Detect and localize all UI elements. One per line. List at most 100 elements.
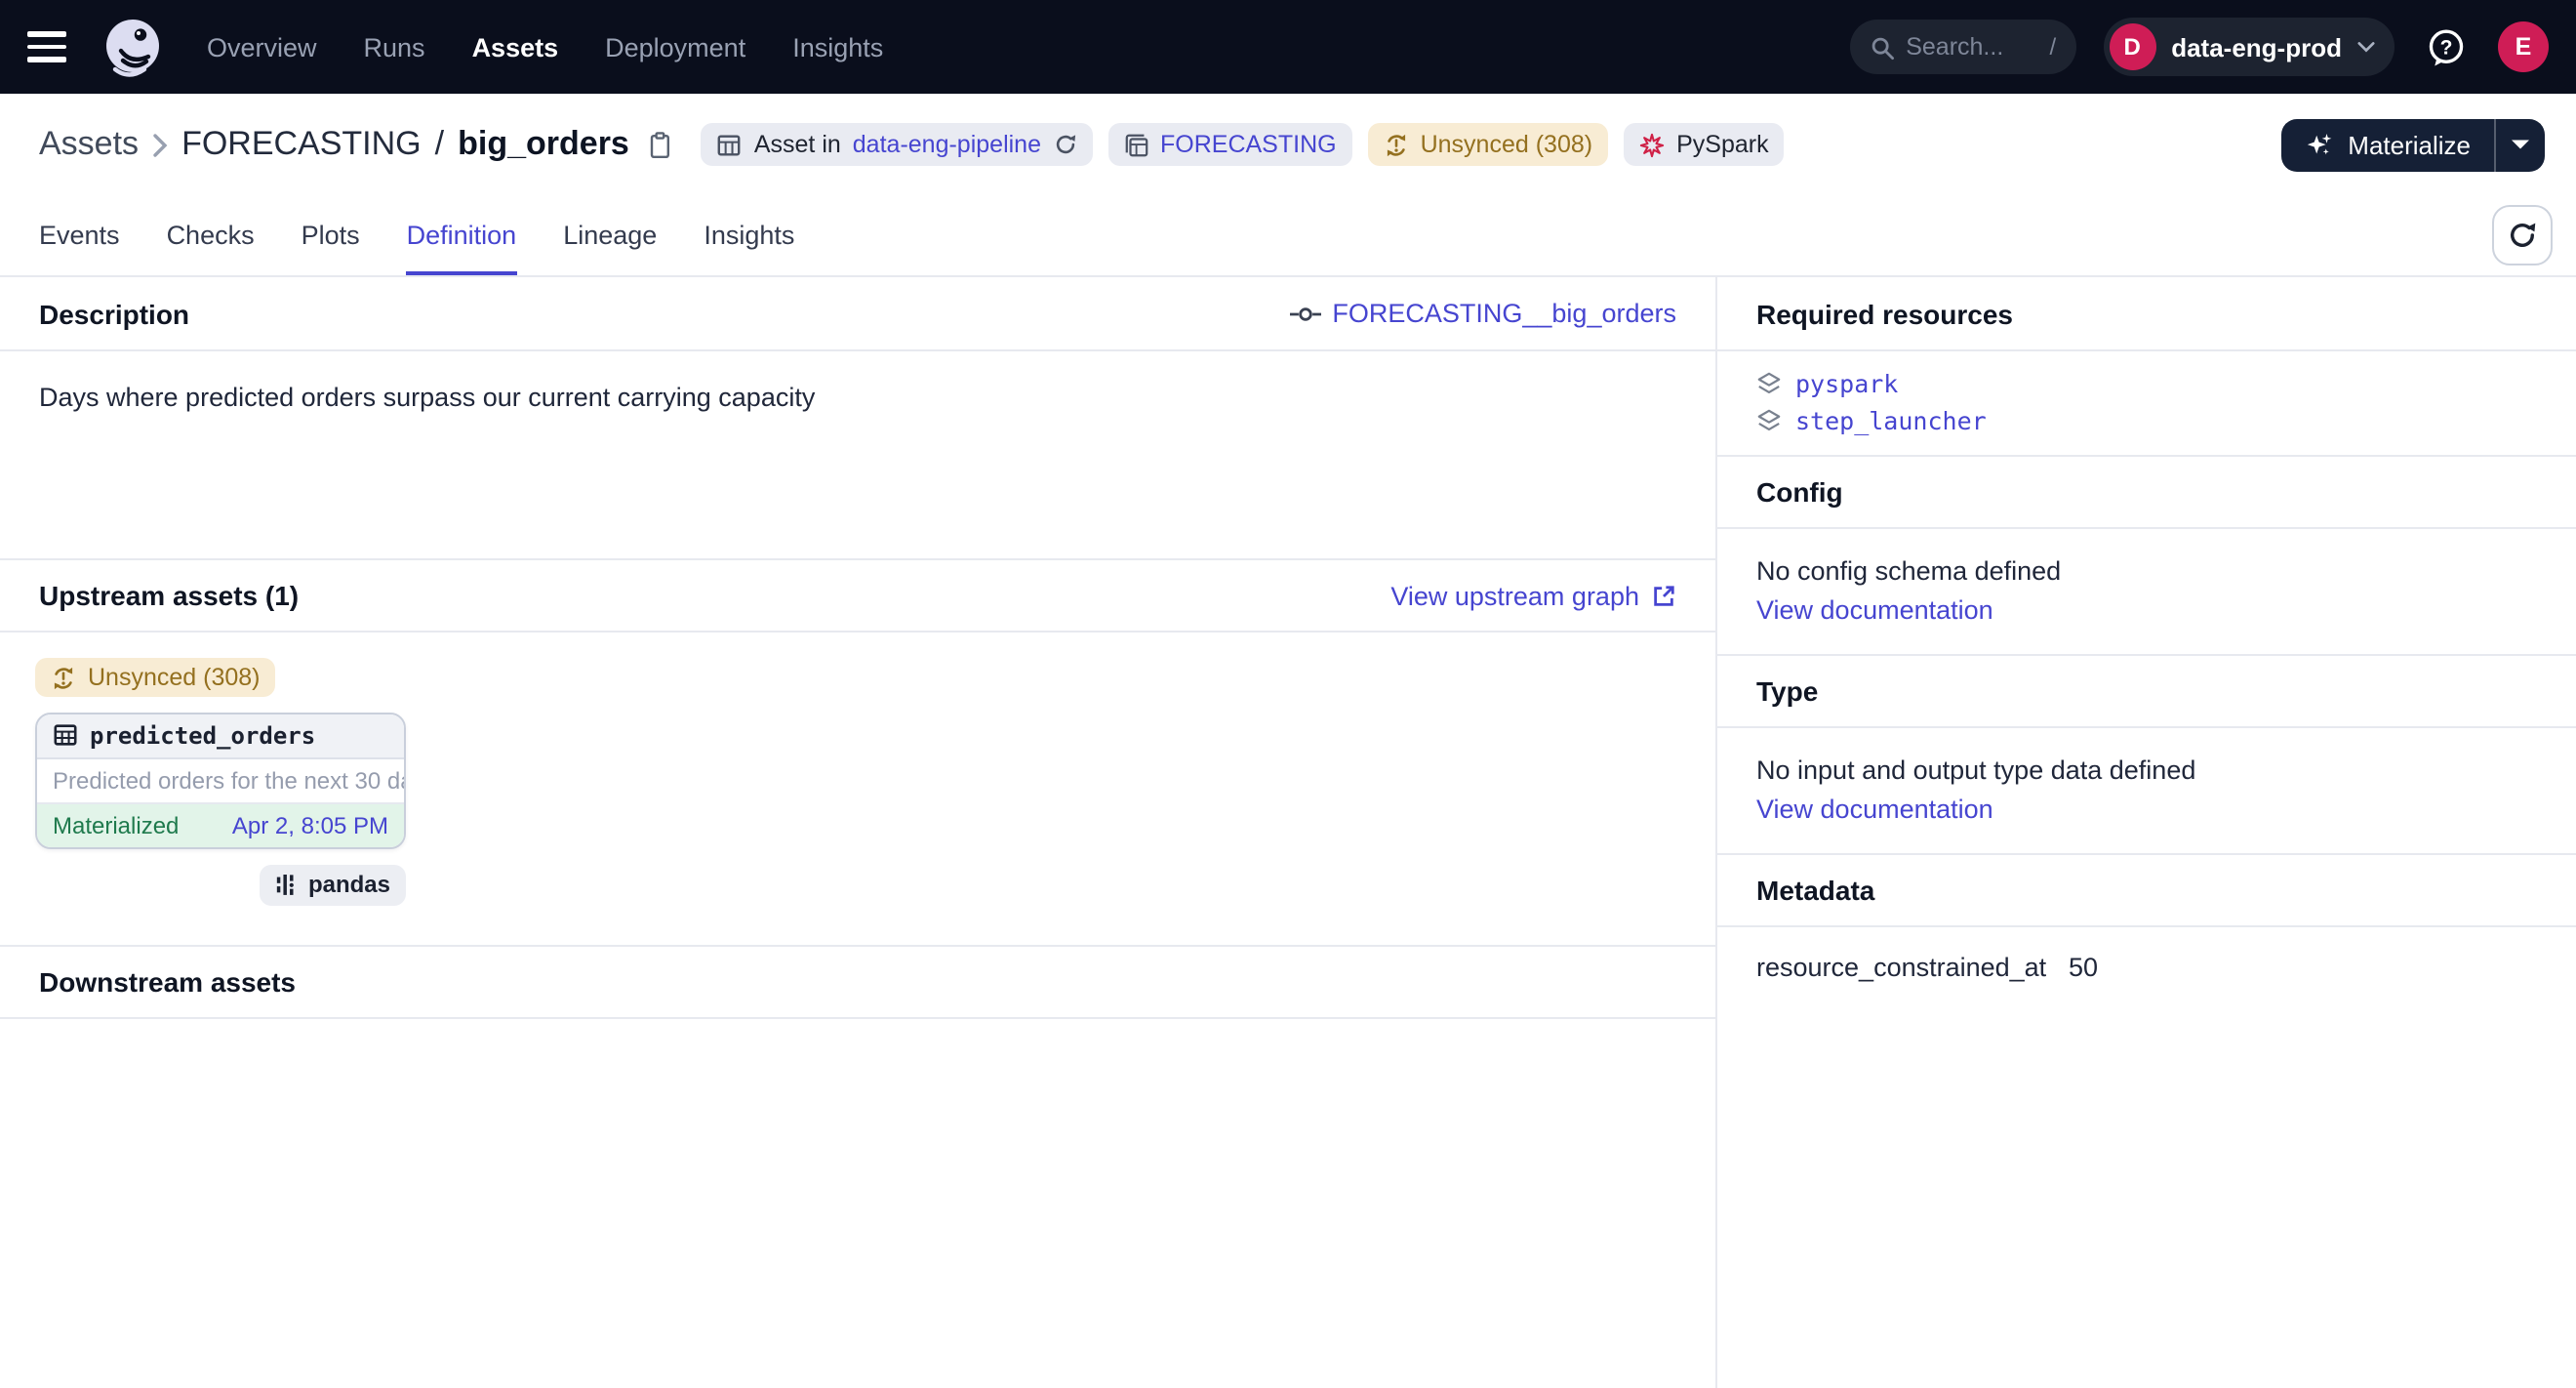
type-body: No input and output type data defined Vi…	[1717, 728, 2576, 853]
search-shortcut-hint: /	[2050, 33, 2057, 61]
workspace-name: data-eng-prod	[2171, 32, 2342, 61]
unsynced-tag[interactable]: Unsynced (308)	[1368, 123, 1609, 166]
asset-card-header: predicted_orders	[37, 714, 404, 758]
downstream-empty-area	[0, 1019, 1715, 1388]
op-icon	[1289, 304, 1320, 323]
type-docs-link[interactable]: View documentation	[1756, 793, 1993, 826]
kind-tag-pyspark[interactable]: PySpark	[1624, 123, 1785, 166]
group-tag-label: FORECASTING	[1160, 131, 1337, 158]
table-icon	[717, 132, 743, 157]
materialize-split-button: Materialize	[2281, 118, 2545, 171]
workspace-badge: D	[2109, 23, 2155, 70]
nav-insights[interactable]: Insights	[792, 32, 883, 61]
description-section-header: Description FORECASTING__big_orders	[0, 277, 1715, 351]
sync-alert-icon	[51, 665, 76, 690]
upstream-section-header: Upstream assets (1) View upstream graph	[0, 558, 1715, 633]
user-avatar[interactable]: E	[2498, 21, 2549, 72]
nav-deployment[interactable]: Deployment	[605, 32, 745, 61]
description-heading: Description	[39, 298, 189, 329]
view-upstream-graph-link[interactable]: View upstream graph	[1390, 581, 1676, 610]
upstream-unsynced-label: Unsynced (308)	[88, 664, 261, 691]
group-tag[interactable]: FORECASTING	[1107, 123, 1352, 166]
asset-in-label: Asset in	[754, 131, 841, 158]
layers-icon	[1756, 371, 1782, 396]
breadcrumb-assets-link[interactable]: Assets	[39, 125, 139, 164]
breadcrumb: Assets FORECASTING / big_orders	[39, 125, 674, 164]
sparkle-icon	[2305, 130, 2334, 159]
metadata-row: resource_constrained_at 50	[1717, 927, 2576, 1007]
resource-link-step-launcher[interactable]: step_launcher	[1795, 406, 1987, 435]
workspace-switcher[interactable]: D data-eng-prod	[2103, 18, 2395, 76]
op-link-label: FORECASTING__big_orders	[1332, 299, 1676, 328]
refresh-button[interactable]	[2492, 205, 2553, 265]
content-area: Description FORECASTING__big_orders Days…	[0, 277, 2576, 1388]
primary-nav: Overview Runs Assets Deployment Insights	[207, 32, 883, 61]
nav-runs[interactable]: Runs	[364, 32, 425, 61]
description-text: Days where predicted orders surpass our …	[39, 383, 815, 412]
kind-tag-label: PySpark	[1676, 131, 1769, 158]
unsynced-tag-label: Unsynced (308)	[1421, 131, 1593, 158]
view-upstream-graph-label: View upstream graph	[1390, 581, 1639, 610]
tab-definition[interactable]: Definition	[407, 195, 517, 275]
layers-icon	[1756, 408, 1782, 433]
definition-sidebar: Required resources pyspark step_launcher	[1717, 277, 2576, 1388]
op-link[interactable]: FORECASTING__big_orders	[1289, 299, 1676, 328]
dagster-logo[interactable]	[101, 16, 207, 78]
resources-heading: Required resources	[1756, 298, 2013, 329]
tab-events[interactable]: Events	[39, 195, 120, 275]
caret-down-icon	[2512, 139, 2529, 150]
materialized-timestamp[interactable]: Apr 2, 8:05 PM	[232, 811, 388, 838]
kind-tag-pandas[interactable]: pandas	[260, 864, 406, 905]
metadata-key: resource_constrained_at	[1756, 953, 2069, 982]
dagster-app: Overview Runs Assets Deployment Insights…	[0, 0, 2576, 1388]
asset-card-title: predicted_orders	[90, 721, 315, 749]
hamburger-menu-icon[interactable]	[27, 21, 78, 72]
help-button[interactable]: ?	[2426, 26, 2467, 67]
global-search[interactable]: /	[1849, 20, 2075, 74]
resource-row: step_launcher	[1756, 406, 2537, 435]
upstream-unsynced-badge[interactable]: Unsynced (308)	[35, 658, 276, 697]
copy-asset-name-button[interactable]	[647, 130, 674, 159]
tab-insights[interactable]: Insights	[704, 195, 794, 275]
asset-header-row: Assets FORECASTING / big_orders Asset in…	[0, 94, 2576, 195]
upstream-asset-card[interactable]: predicted_orders Predicted orders for th…	[35, 712, 406, 848]
nav-assets[interactable]: Assets	[472, 32, 559, 61]
config-empty-text: No config schema defined	[1756, 554, 2537, 588]
search-icon	[1869, 34, 1894, 60]
type-empty-text: No input and output type data defined	[1756, 754, 2537, 787]
external-link-icon	[1651, 583, 1676, 608]
materialize-options-button[interactable]	[2494, 118, 2545, 171]
asset-card-footer: Materialized Apr 2, 8:05 PM	[37, 803, 404, 846]
chevron-right-icon	[152, 132, 168, 157]
resource-row: pyspark	[1756, 369, 2537, 398]
resource-link-pyspark[interactable]: pyspark	[1795, 369, 1898, 398]
downstream-section-header: Downstream assets	[0, 945, 1715, 1019]
materialize-button[interactable]: Materialize	[2281, 118, 2494, 171]
main-column: Description FORECASTING__big_orders Days…	[0, 277, 1717, 1388]
tab-plots[interactable]: Plots	[302, 195, 360, 275]
downstream-heading: Downstream assets	[39, 966, 296, 998]
asset-tags: Asset in data-eng-pipeline FORECASTING U…	[702, 123, 1785, 166]
metadata-section-header: Metadata	[1717, 853, 2576, 927]
pipeline-link[interactable]: data-eng-pipeline	[853, 131, 1041, 158]
dagster-octopus-icon	[101, 16, 164, 78]
upstream-heading: Upstream assets (1)	[39, 580, 299, 611]
upstream-assets-list: Unsynced (308) predicted_orders Predicte…	[0, 633, 1715, 945]
clipboard-icon	[647, 130, 674, 159]
config-section-header: Config	[1717, 455, 2576, 529]
type-section-header: Type	[1717, 654, 2576, 728]
config-docs-link[interactable]: View documentation	[1756, 593, 1993, 627]
tab-lineage[interactable]: Lineage	[563, 195, 657, 275]
tab-checks[interactable]: Checks	[167, 195, 255, 275]
nav-overview[interactable]: Overview	[207, 32, 317, 61]
asset-card-description: Predicted orders for the next 30 day...	[37, 758, 404, 803]
search-input[interactable]	[1906, 33, 2037, 61]
resources-section-header: Required resources	[1717, 277, 2576, 351]
breadcrumb-separator: /	[435, 125, 444, 164]
asset-tabs: Events Checks Plots Definition Lineage I…	[0, 195, 2576, 277]
reload-icon	[1053, 133, 1076, 156]
reload-location-button[interactable]	[1053, 133, 1076, 156]
sidebar-empty-area	[1717, 1007, 2576, 1388]
materialized-status: Materialized	[53, 811, 179, 838]
help-icon: ?	[2426, 26, 2467, 67]
